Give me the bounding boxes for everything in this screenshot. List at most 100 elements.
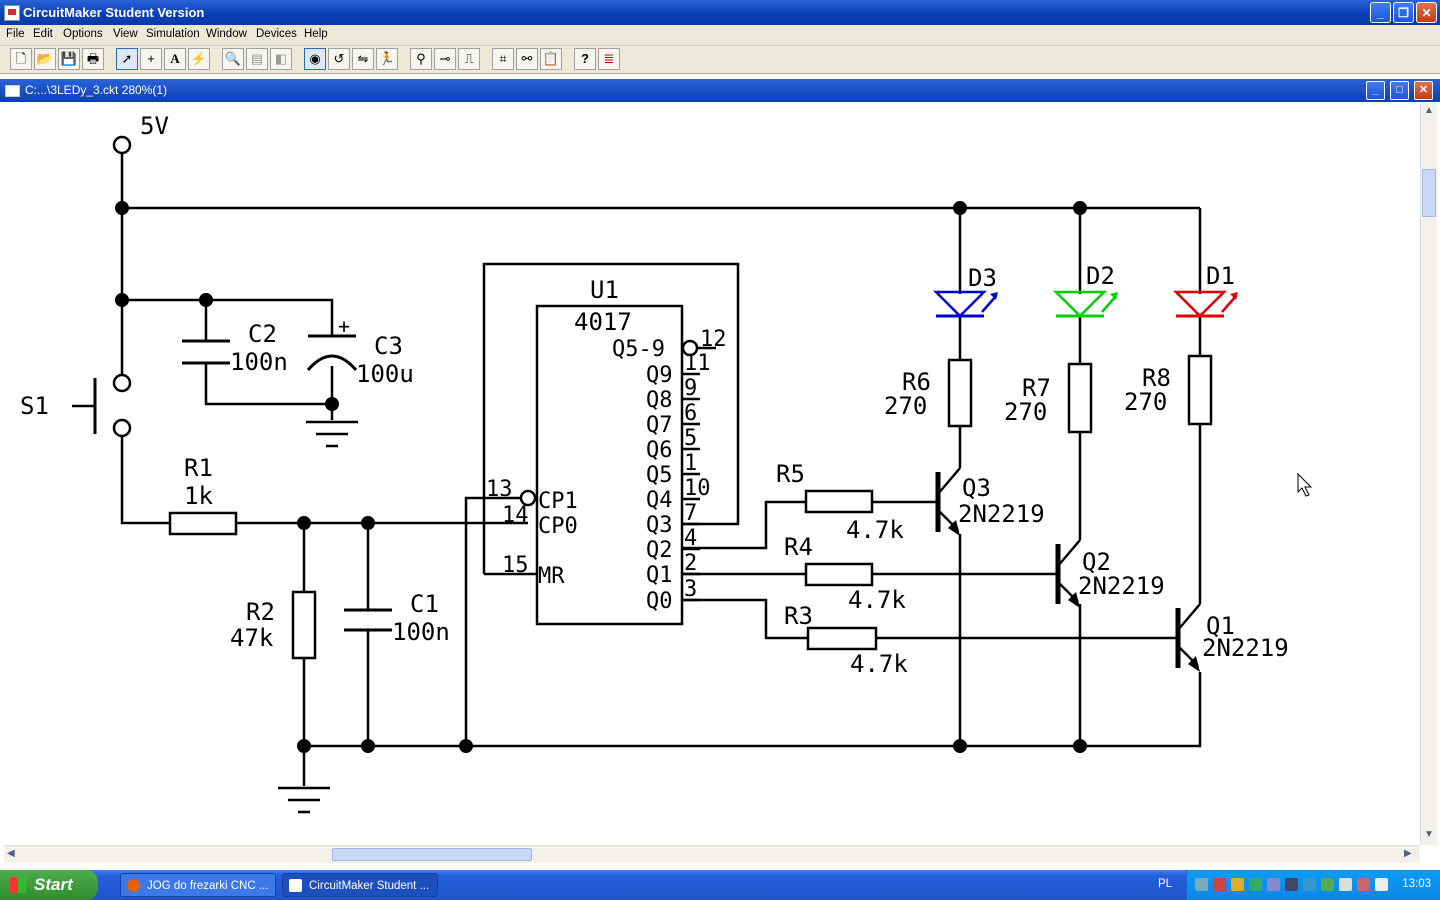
resistor-r6[interactable]	[947, 358, 973, 428]
u1-pin-number: 5	[684, 426, 697, 451]
r2-name-label: R2	[246, 598, 275, 626]
transistor-q2[interactable]	[1055, 539, 1081, 608]
menu-options[interactable]: Options	[63, 28, 103, 40]
resistor-r4[interactable]	[804, 562, 874, 587]
horizontal-scrollbar[interactable]: ◀ ▶	[4, 845, 1420, 863]
q3-name-label: Q3	[962, 474, 991, 502]
schematic-canvas[interactable]: 5V S1 C2 100n + C3 100u R1 1k R2 47k C1 …	[4, 103, 1420, 845]
supply-terminal[interactable]	[112, 135, 132, 155]
capacitor-c2[interactable]	[182, 339, 230, 365]
u1-pin-label: Q0	[646, 589, 673, 614]
new-icon[interactable]: 🗋	[10, 48, 32, 70]
wire-tool-icon[interactable]: +	[140, 48, 162, 70]
print-icon[interactable]: 🖶	[82, 48, 104, 70]
save-icon[interactable]: 💾	[58, 48, 80, 70]
capacitor-c3[interactable]	[306, 334, 358, 371]
menu-view[interactable]: View	[113, 28, 138, 40]
clipboard-icon[interactable]: 📋	[540, 48, 562, 70]
c3-polarity-label: +	[338, 314, 350, 338]
r4-name-label: R4	[784, 533, 813, 561]
document-title-bar: C:...\3LEDy_3.ckt 280%(1) _ □ ✕	[0, 79, 1440, 102]
resistor-r5[interactable]	[804, 489, 874, 514]
menu-file[interactable]: File	[6, 28, 25, 40]
netlist-icon[interactable]: ⌗	[492, 48, 514, 70]
schematic-drawing[interactable]: 5V S1 C2 100n + C3 100u R1 1k R2 47k C1 …	[4, 103, 1420, 845]
transistor-q3[interactable]	[935, 467, 961, 536]
menu-devices[interactable]: Devices	[256, 28, 297, 40]
scroll-up-icon[interactable]: ▲	[1424, 105, 1434, 116]
tray-app-icon[interactable]	[1249, 878, 1262, 891]
led-d2[interactable]	[1052, 290, 1118, 318]
run-icon[interactable]: 🏃	[376, 48, 398, 70]
colors-icon[interactable]: ≣	[598, 48, 620, 70]
u1-pin-label: Q7	[646, 413, 673, 438]
switch-s1[interactable]	[72, 373, 132, 438]
tray-antivirus-icon[interactable]	[1213, 878, 1226, 891]
q2-part-label: 2N2219	[1078, 572, 1165, 600]
binoculars-icon[interactable]: ⚯	[516, 48, 538, 70]
menu-window[interactable]: Window	[206, 28, 247, 40]
rotate-icon[interactable]: ↺	[328, 48, 350, 70]
tray-app-icon[interactable]	[1267, 878, 1280, 891]
taskbar-item-circuitmaker[interactable]: CircuitMaker Student ...	[282, 873, 438, 897]
resistor-r1[interactable]	[168, 511, 238, 536]
u1-pin-label: Q5	[646, 463, 673, 488]
open-icon[interactable]: 📂	[34, 48, 56, 70]
transistor-q1[interactable]	[1175, 603, 1201, 672]
resistor-r2[interactable]	[291, 590, 317, 660]
start-button[interactable]: Start	[0, 870, 98, 900]
switch-s1-label: S1	[20, 392, 49, 420]
help-icon[interactable]: ?	[574, 48, 596, 70]
u1-pin-number: 6	[684, 401, 697, 426]
text-tool-icon[interactable]: A	[164, 48, 186, 70]
cut-icon[interactable]: ▤	[246, 48, 268, 70]
toolbar: 🗋 📂 💾 🖶 ➚ + A ⚡ 🔍 ▤ ◧ ◉ ↺ ⇋ 🏃 ⚲ ⊸ ⎍ ⌗ ⚯ …	[0, 46, 1440, 74]
scroll-down-icon[interactable]: ▼	[1424, 829, 1434, 840]
u1-pin-number: 7	[684, 501, 697, 526]
tray-app-icon[interactable]	[1303, 878, 1316, 891]
probe-tool-icon[interactable]: ⚡	[188, 48, 210, 70]
menu-help[interactable]: Help	[304, 28, 328, 40]
doc-minimize-button[interactable]: _	[1366, 81, 1385, 100]
minimize-button[interactable]: _	[1370, 2, 1391, 23]
copy-icon[interactable]: ◧	[270, 48, 292, 70]
vertical-scroll-thumb[interactable]	[1422, 169, 1436, 217]
vertical-scrollbar[interactable]: ▲ ▼	[1420, 103, 1437, 845]
doc-maximize-button[interactable]: □	[1390, 81, 1409, 100]
tray-app-icon[interactable]	[1339, 878, 1352, 891]
led-d3[interactable]	[932, 290, 998, 318]
zoom-icon[interactable]: 🔍	[222, 48, 244, 70]
horizontal-scroll-thumb[interactable]	[332, 848, 532, 861]
resistor-r3[interactable]	[806, 626, 878, 651]
close-button[interactable]: ✕	[1416, 2, 1437, 23]
tray-app-icon[interactable]	[1375, 878, 1388, 891]
menu-edit[interactable]: Edit	[33, 28, 53, 40]
connect-icon[interactable]: ⊸	[434, 48, 456, 70]
tray-app-icon[interactable]	[1357, 878, 1370, 891]
mirror-icon[interactable]: ⇋	[352, 48, 374, 70]
doc-close-button[interactable]: ✕	[1414, 81, 1433, 100]
waveform-icon[interactable]: ⎍	[458, 48, 480, 70]
resistor-r7[interactable]	[1067, 362, 1093, 434]
led-d1[interactable]	[1172, 290, 1238, 318]
resistor-r8[interactable]	[1187, 354, 1213, 426]
d2-name-label: D2	[1086, 262, 1115, 290]
tray-app-icon[interactable]	[1285, 878, 1298, 891]
document-icon[interactable]	[5, 85, 20, 97]
scroll-left-icon[interactable]: ◀	[7, 848, 15, 859]
scroll-right-icon[interactable]: ▶	[1404, 848, 1412, 859]
taskbar-item-firefox[interactable]: JOG do frezarki CNC ...	[120, 873, 276, 897]
restore-button[interactable]: ❐	[1393, 2, 1414, 23]
capacitor-c1[interactable]	[344, 608, 392, 632]
language-indicator[interactable]: PL	[1158, 878, 1172, 890]
u1-pin-mr-label: MR	[538, 564, 565, 589]
menu-simulation[interactable]: Simulation	[146, 28, 200, 40]
arrow-tool-icon[interactable]: ➚	[116, 48, 138, 70]
digital-icon[interactable]: ◉	[304, 48, 326, 70]
tray-network-icon[interactable]	[1195, 878, 1208, 891]
tray-app-icon[interactable]	[1321, 878, 1334, 891]
circuitmaker-app-icon[interactable]	[4, 5, 20, 21]
menu-bar: File Edit Options View Simulation Window…	[0, 25, 1440, 46]
search-icon[interactable]: ⚲	[410, 48, 432, 70]
tray-volume-icon[interactable]	[1231, 878, 1244, 891]
